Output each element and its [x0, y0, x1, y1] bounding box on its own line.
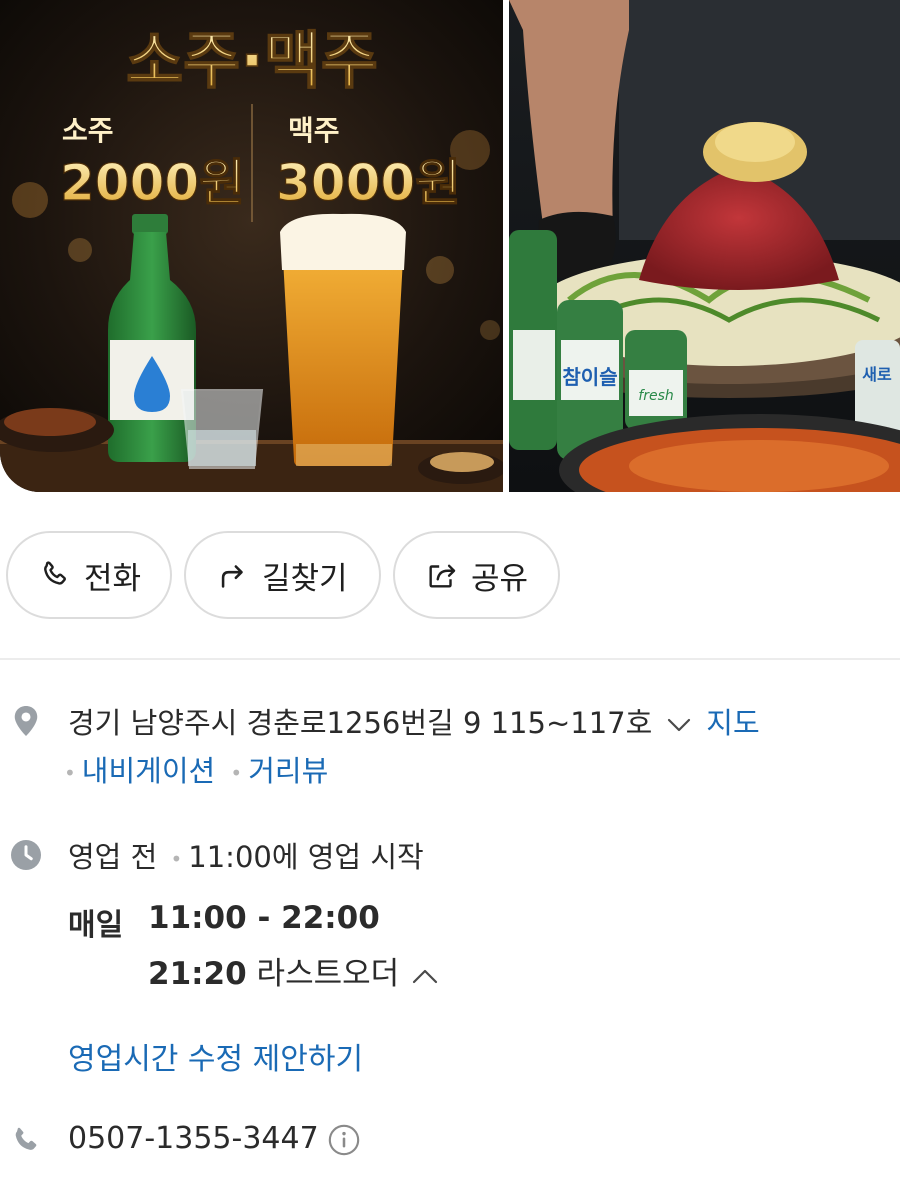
map-link[interactable]: 지도: [706, 706, 759, 740]
streetview-link[interactable]: 거리뷰: [248, 754, 328, 788]
last-order-label: 라스트오더: [256, 956, 400, 992]
hours-time: 11:00 - 22:00: [148, 900, 380, 936]
navigation-link[interactable]: 내비게이션: [82, 754, 215, 788]
bottle-label-1: 참이슬: [562, 365, 617, 389]
food-photo-bulgogi[interactable]: 참이슬 fresh 새로: [509, 0, 900, 492]
soju-price: 2000원: [60, 154, 245, 212]
share-icon: [429, 564, 456, 588]
share-button-label: 공유: [471, 560, 529, 597]
address-links: • 내비게이션 • 거리뷰: [64, 748, 328, 790]
hours-day: 매일: [68, 908, 124, 943]
chevron-down-icon[interactable]: [666, 717, 692, 733]
bullet-dot: •: [170, 847, 183, 871]
action-bar: 전화 길찾기 공유: [6, 531, 560, 619]
status-text: 영업 전: [68, 840, 158, 874]
bottle-label-3: 새로: [862, 365, 892, 384]
last-order-row[interactable]: 21:20 라스트오더: [148, 948, 439, 993]
promo-photo-soju-beer[interactable]: 소주·맥주 소주 2000원 맥주 3000원: [0, 0, 503, 492]
beer-price: 3000원: [276, 154, 461, 212]
address-text: 경기 남양주시 경춘로1256번길 9 115~117호: [68, 706, 653, 740]
phone-icon: [44, 561, 66, 585]
suggest-hours-edit-link[interactable]: 영업시간 수정 제안하기: [68, 1034, 363, 1078]
photo-gallery[interactable]: 소주·맥주 소주 2000원 맥주 3000원 참이슬 fresh 새로: [0, 0, 900, 492]
promo-headline: 소주·맥주: [126, 24, 378, 97]
directions-button[interactable]: 길찾기: [184, 531, 381, 619]
food-photo-art: 참이슬 fresh 새로: [509, 0, 900, 492]
clock-icon: [11, 840, 41, 870]
call-button[interactable]: 전화: [6, 531, 172, 619]
section-divider: [0, 658, 900, 660]
bullet-dot: •: [64, 761, 76, 785]
call-button-label: 전화: [84, 560, 142, 597]
promo-photo-art: 소주·맥주 소주 2000원 맥주 3000원: [0, 0, 503, 492]
next-open-text: 11:00에 영업 시작: [188, 840, 424, 874]
location-pin-icon: [14, 706, 38, 736]
chevron-up-icon[interactable]: [411, 967, 439, 985]
last-order-time: 21:20: [148, 956, 247, 992]
address-row[interactable]: 경기 남양주시 경춘로1256번길 9 115~117호 지도: [68, 700, 760, 742]
share-button[interactable]: 공유: [393, 531, 560, 619]
directions-button-label: 길찾기: [262, 560, 348, 597]
bullet-dot: •: [230, 761, 243, 785]
soju-label: 소주: [62, 114, 114, 147]
beer-label: 맥주: [288, 114, 340, 147]
phone-solid-icon: [15, 1127, 37, 1150]
bottle-label-2: fresh: [638, 388, 673, 404]
info-icon[interactable]: [327, 1123, 361, 1157]
phone-number[interactable]: 0507-1355-3447: [68, 1121, 319, 1156]
business-status: 영업 전 • 11:00에 영업 시작: [68, 834, 424, 876]
phone-row[interactable]: 0507-1355-3447: [68, 1121, 361, 1157]
directions-arrow-icon: [221, 565, 243, 588]
